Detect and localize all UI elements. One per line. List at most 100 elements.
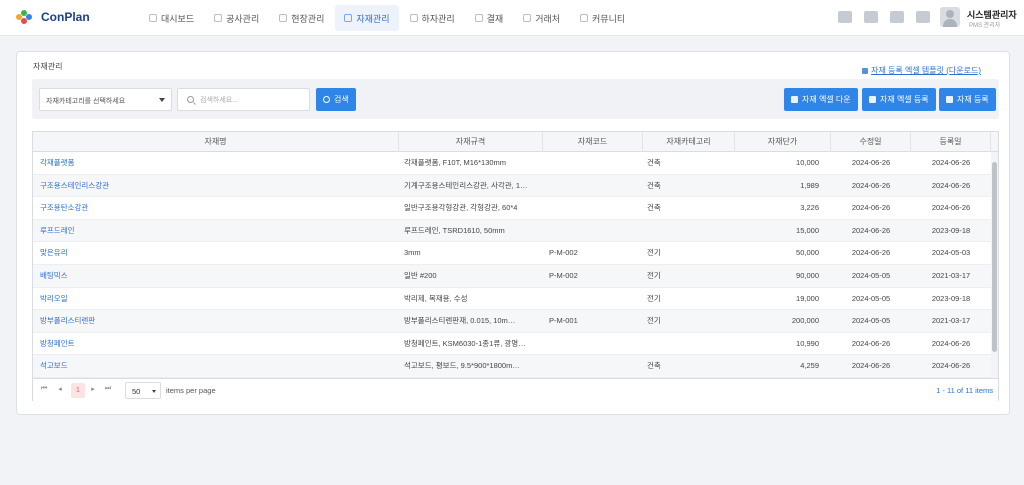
nav-item-label: 거래처	[535, 13, 561, 24]
table-cell: 전기	[647, 316, 661, 326]
table-cell: 2023-09-18	[931, 225, 971, 235]
page-size-label: items per page	[166, 386, 216, 395]
nav-item-0[interactable]: 대시보드	[140, 5, 203, 31]
table-row[interactable]: 맞은유리 3mm P-M-002 전기 50,000 2024-06-26 2024-05-…	[33, 242, 993, 265]
table-row[interactable]: 석고보드 석고보드, 평보드, 9.5*900*1800m… 건축 4,259 2024…	[33, 355, 993, 378]
table-row[interactable]: 방부폴리스티렌판 방부폴리스티렌판재, 0.015, 10m… P-M-001 전기 2…	[33, 310, 993, 333]
material-name-link[interactable]: 루프드레인	[40, 220, 399, 242]
nav-item-7[interactable]: 커뮤니티	[571, 5, 634, 31]
material-name-link[interactable]: 배팅믹스	[40, 265, 399, 287]
table-cell: 방부폴리스티렌판재, 0.015, 10m…	[404, 316, 516, 326]
material-name-link[interactable]: 맞은유리	[40, 242, 399, 264]
nav-item-1[interactable]: 공사관리	[205, 5, 268, 31]
column-header[interactable]: 자재카테고리	[643, 132, 735, 152]
send-icon[interactable]	[864, 11, 878, 23]
column-header[interactable]: 등록일	[911, 132, 991, 152]
app-logo[interactable]: ConPlan	[16, 10, 90, 24]
table-cell: 10,000	[796, 158, 819, 167]
approval-icon	[474, 14, 483, 22]
table-body: 각재플랫폼 각재플랫폼, F10T, M16*130mm 건축 10,000 2024-…	[33, 152, 993, 378]
nav-item-3[interactable]: 자재관리	[335, 5, 399, 31]
nav-item-2[interactable]: 현장관리	[270, 5, 333, 31]
table-cell: 2021-03-17	[931, 270, 971, 280]
table-row[interactable]: 구조용스테인리스강관 기계구조용스테인리스강관, 사각관, 1… 건축 1,989 20…	[33, 174, 993, 198]
users-icon[interactable]	[890, 11, 904, 23]
nav-item-label: 대시보드	[161, 13, 195, 24]
register-button[interactable]: 자재 등록	[939, 88, 996, 111]
material-name-link[interactable]: 박리오일	[40, 288, 399, 310]
user-avatar[interactable]	[940, 7, 960, 27]
search-icon	[187, 96, 194, 103]
scrollbar-thumb[interactable]	[992, 162, 997, 352]
table-cell: 3,226	[800, 203, 819, 213]
table-cell: 2021-03-17	[931, 316, 971, 326]
table-cell: 19,000	[796, 293, 819, 303]
table-row[interactable]: 각재플랫폼 각재플랫폼, F10T, M16*130mm 건축 10,000 2024-…	[33, 152, 993, 175]
search-icon	[323, 96, 330, 103]
column-header[interactable]: 자재규격	[399, 132, 543, 152]
table-row[interactable]: 루프드레인 루프드레인, TSRD1610, 50mm 15,000 2024-06-…	[33, 219, 993, 243]
nav-item-4[interactable]: 하자관리	[401, 5, 464, 31]
table-row[interactable]: 구조용탄소강관 일반구조용각형강관, 각형강관, 60*4 건축 3,226 2024-…	[33, 197, 993, 220]
table-cell: 각재플랫폼, F10T, M16*130mm	[404, 158, 507, 167]
material-name-link[interactable]: 구조용스테인리스강관	[40, 175, 399, 197]
site-icon	[279, 14, 288, 22]
nav-item-label: 현장관리	[291, 13, 325, 24]
logo-icon	[16, 10, 36, 24]
table-row[interactable]: 방청페인트 방청페인트, KSM6030-1종1류, 광명… 10,990 2024-…	[33, 333, 993, 356]
table-cell: 90,000	[796, 270, 819, 280]
vertical-scrollbar[interactable]	[991, 152, 998, 378]
column-header[interactable]: 자재단가	[735, 132, 831, 152]
table-cell: P-M-002	[549, 248, 578, 258]
nav-item-5[interactable]: 결재	[466, 5, 513, 31]
column-header[interactable]: 수정일	[831, 132, 911, 152]
nav-item-6[interactable]: 거래처	[514, 5, 569, 31]
material-name-link[interactable]: 구조용탄소강관	[40, 197, 399, 219]
community-icon	[580, 14, 589, 22]
table-cell: 2024-06-26	[931, 180, 971, 190]
prev-page-icon[interactable]: ◂	[55, 385, 65, 393]
table-cell: 50,000	[796, 248, 819, 258]
category-select[interactable]: 자재카테고리를 선택하세요	[39, 88, 172, 111]
table-cell: 4,259	[800, 361, 819, 371]
chat-icon[interactable]	[838, 11, 852, 23]
page-size-value: 50	[132, 387, 141, 396]
table-cell: 석고보드, 평보드, 9.5*900*1800m…	[404, 361, 520, 371]
file-icon	[869, 96, 876, 103]
filter-bar: 자재카테고리를 선택하세요 검색 자재 엑셀 다운 자재 엑셀 등록 자재 등록	[32, 79, 999, 119]
material-card: 자재관리 자재 등록 엑셀 템플릿 (다운로드) 자재카테고리를 선택하세요 검…	[16, 51, 1010, 415]
material-icon	[344, 14, 353, 22]
table-cell: 박리제, 목재용, 수성	[404, 293, 468, 303]
search-input[interactable]	[200, 94, 300, 106]
first-page-icon[interactable]: ⏮	[39, 385, 49, 393]
material-name-link[interactable]: 석고보드	[40, 355, 399, 377]
excel-download-button[interactable]: 자재 엑셀 다운	[784, 88, 858, 111]
next-page-icon[interactable]: ▸	[88, 385, 98, 393]
table-row[interactable]: 배팅믹스 일반 #200 P-M-002 전기 90,000 2024-05-05 2021…	[33, 264, 993, 288]
pager: ⏮ ◂ 1 ▸ ⏭ 50 items per page 1 - 11 of 11…	[33, 378, 998, 401]
card-icon[interactable]	[916, 11, 930, 23]
chevron-down-icon	[159, 98, 165, 102]
excel-template-label: 자재 등록 엑셀 템플릿 (다운로드)	[871, 66, 981, 75]
table-cell: 기계구조용스테인리스강관, 사각관, 1…	[404, 180, 528, 190]
excel-template-link[interactable]: 자재 등록 엑셀 템플릿 (다운로드)	[862, 65, 981, 76]
table-cell: 2024-06-26	[851, 203, 891, 213]
table-row[interactable]: 박리오일 박리제, 목재용, 수성 전기 19,000 2024-05-05 2023-0…	[33, 288, 993, 311]
excel-upload-button[interactable]: 자재 엑셀 등록	[862, 88, 936, 111]
app-name: ConPlan	[41, 10, 90, 24]
table-cell: 10,990	[796, 338, 819, 348]
search-button[interactable]: 검색	[316, 88, 356, 111]
material-name-link[interactable]: 각재플랫폼	[40, 152, 399, 174]
table-cell: 전기	[647, 270, 661, 280]
table-cell: 1,989	[800, 180, 819, 190]
column-header[interactable]: 자재명	[33, 132, 399, 152]
column-header[interactable]: 자재코드	[543, 132, 643, 152]
pager-info: 1 - 11 of 11 items	[936, 386, 993, 395]
current-page[interactable]: 1	[71, 383, 85, 398]
last-page-icon[interactable]: ⏭	[103, 385, 113, 393]
page-size-select[interactable]: 50	[125, 382, 161, 399]
excel-download-label: 자재 엑셀 다운	[802, 95, 851, 104]
category-select-value: 자재카테고리를 선택하세요	[46, 98, 126, 105]
material-name-link[interactable]: 방부폴리스티렌판	[40, 310, 399, 332]
material-name-link[interactable]: 방청페인트	[40, 333, 399, 355]
